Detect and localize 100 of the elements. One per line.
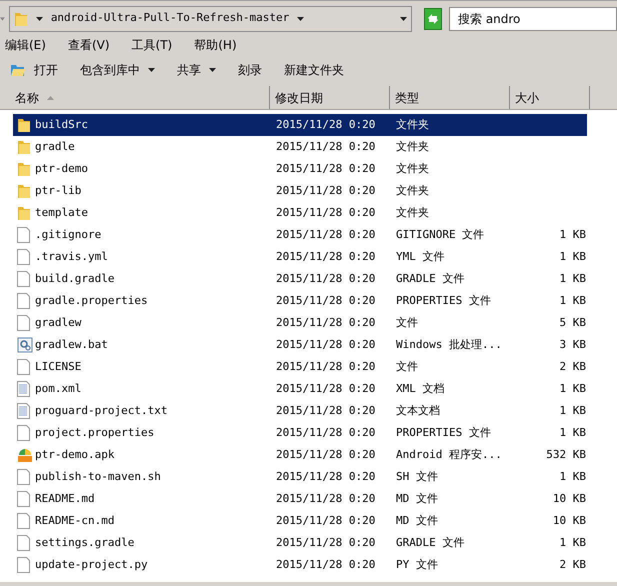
file-row[interactable]: README-cn.md 2015/11/28 0:20 MD 文件 10 KB bbox=[13, 510, 587, 532]
file-row[interactable]: .gitignore 2015/11/28 0:20 GITIGNORE 文件 1 KB bbox=[13, 224, 587, 246]
file-row[interactable]: publish-to-maven.sh 2015/11/28 0:20 SH 文件 1 KB bbox=[13, 466, 587, 488]
column-header[interactable]: 类型 bbox=[390, 86, 510, 109]
toolbar-button[interactable]: 新建文件夹 bbox=[284, 61, 344, 79]
modified-date: 2015/11/28 0:20 bbox=[276, 446, 376, 463]
file-row[interactable]: settings.gradle 2015/11/28 0:20 GRADLE 文件 1 KB bbox=[13, 532, 587, 554]
file-row[interactable]: gradle.properties 2015/11/28 0:20 PROPERTIES 文件 1 KB bbox=[13, 290, 587, 312]
file-row[interactable]: ptr-demo 2015/11/28 0:20 文件夹 bbox=[13, 158, 587, 180]
toolbar-button[interactable]: 共享 bbox=[177, 61, 216, 79]
toolbar-button[interactable]: 包含到库中 bbox=[80, 61, 155, 79]
file-name: ptr-lib bbox=[35, 182, 82, 199]
file-row[interactable]: gradlew 2015/11/28 0:20 文件 5 KB bbox=[13, 312, 587, 334]
file-icon bbox=[17, 491, 30, 507]
file-name: publish-to-maven.sh bbox=[35, 468, 162, 485]
folder-icon bbox=[17, 117, 31, 133]
file-row[interactable]: README.md 2015/11/28 0:20 MD 文件 10 KB bbox=[13, 488, 587, 510]
file-type: 文件夹 bbox=[396, 182, 430, 199]
refresh-button[interactable] bbox=[424, 8, 442, 30]
folder-icon bbox=[17, 139, 31, 155]
modified-date: 2015/11/28 0:20 bbox=[276, 490, 376, 507]
file-name: ptr-demo.apk bbox=[35, 446, 116, 463]
file-type: GRADLE 文件 bbox=[396, 270, 466, 287]
modified-date: 2015/11/28 0:20 bbox=[276, 468, 376, 485]
file-type: PROPERTIES 文件 bbox=[396, 292, 492, 309]
file-row[interactable]: template 2015/11/28 0:20 文件夹 bbox=[13, 202, 587, 224]
file-name: build.gradle bbox=[35, 270, 116, 287]
file-name: .gitignore bbox=[35, 226, 102, 243]
file-row[interactable]: gradlew.bat 2015/11/28 0:20 Windows 批处理... 3 KB bbox=[13, 334, 587, 356]
text-file-icon bbox=[17, 381, 30, 397]
path-text: android-Ultra-Pull-To-Refresh-master bbox=[50, 10, 290, 26]
file-size: 10 KB bbox=[552, 490, 586, 507]
file-size: 1 KB bbox=[560, 248, 586, 265]
address-bar[interactable]: android-Ultra-Pull-To-Refresh-master bbox=[8, 6, 412, 32]
file-size: 1 KB bbox=[560, 270, 586, 287]
caret-icon bbox=[209, 68, 216, 72]
file-icon bbox=[17, 359, 30, 375]
file-type: GRADLE 文件 bbox=[396, 534, 466, 551]
file-type: 文件 bbox=[396, 314, 419, 331]
file-name: gradle bbox=[35, 138, 76, 155]
file-row[interactable]: ptr-lib 2015/11/28 0:20 文件夹 bbox=[13, 180, 587, 202]
file-row[interactable]: gradle 2015/11/28 0:20 文件夹 bbox=[13, 136, 587, 158]
file-icon bbox=[17, 425, 30, 441]
column-header[interactable]: 修改日期 bbox=[270, 86, 390, 109]
toolbar-button[interactable]: 打开 bbox=[10, 61, 58, 79]
menu-item[interactable]: 查看(V) bbox=[68, 36, 110, 54]
modified-date: 2015/11/28 0:20 bbox=[276, 424, 376, 441]
file-type: 文件 bbox=[396, 358, 419, 375]
modified-date: 2015/11/28 0:20 bbox=[276, 182, 376, 199]
modified-date: 2015/11/28 0:20 bbox=[276, 160, 376, 177]
column-header[interactable]: 名称 bbox=[0, 86, 270, 109]
modified-date: 2015/11/28 0:20 bbox=[276, 270, 376, 287]
file-row[interactable]: build.gradle 2015/11/28 0:20 GRADLE 文件 1 KB bbox=[13, 268, 587, 290]
file-row[interactable]: LICENSE 2015/11/28 0:20 文件 2 KB bbox=[13, 356, 587, 378]
file-row[interactable]: project.properties 2015/11/28 0:20 PROPERTIES 文件 1 KB bbox=[13, 422, 587, 444]
file-type: PY 文件 bbox=[396, 556, 439, 573]
file-name: proguard-project.txt bbox=[35, 402, 168, 419]
file-row[interactable]: ptr-demo.apk 2015/11/28 0:20 Android 程序安... 532 KB bbox=[13, 444, 587, 466]
modified-date: 2015/11/28 0:20 bbox=[276, 204, 376, 221]
file-icon bbox=[17, 293, 30, 309]
modified-date: 2015/11/28 0:20 bbox=[276, 358, 376, 375]
file-name: settings.gradle bbox=[35, 534, 136, 551]
file-name: README-cn.md bbox=[35, 512, 116, 529]
modified-date: 2015/11/28 0:20 bbox=[276, 226, 376, 243]
file-type: PROPERTIES 文件 bbox=[396, 424, 492, 441]
modified-date: 2015/11/28 0:20 bbox=[276, 138, 376, 155]
modified-date: 2015/11/28 0:20 bbox=[276, 248, 376, 265]
package-icon bbox=[17, 447, 33, 463]
file-type: MD 文件 bbox=[396, 490, 439, 507]
file-type: Android 程序安... bbox=[396, 446, 503, 463]
search-field[interactable]: 搜索 andro bbox=[449, 6, 617, 30]
file-type: 文件夹 bbox=[396, 160, 430, 177]
modified-date: 2015/11/28 0:20 bbox=[276, 512, 376, 529]
menu-item[interactable]: 帮助(H) bbox=[194, 36, 237, 54]
modified-date: 2015/11/28 0:20 bbox=[276, 336, 376, 353]
folder-icon bbox=[14, 10, 28, 26]
menu-item[interactable]: 工具(T) bbox=[132, 36, 172, 54]
file-name: gradle.properties bbox=[35, 292, 149, 309]
file-type: YML 文件 bbox=[396, 248, 446, 265]
toolbar-button[interactable]: 刻录 bbox=[238, 61, 262, 79]
file-type: GITIGNORE 文件 bbox=[396, 226, 486, 243]
file-row[interactable]: buildSrc 2015/11/28 0:20 文件夹 bbox=[13, 114, 587, 136]
file-name: project.properties bbox=[35, 424, 156, 441]
file-icon bbox=[17, 557, 30, 573]
modified-date: 2015/11/28 0:20 bbox=[276, 402, 376, 419]
caret-icon bbox=[148, 68, 155, 72]
file-name: buildSrc bbox=[35, 116, 89, 133]
file-icon bbox=[17, 513, 30, 529]
file-row[interactable]: pom.xml 2015/11/28 0:20 XML 文档 1 KB bbox=[13, 378, 587, 400]
modified-date: 2015/11/28 0:20 bbox=[276, 534, 376, 551]
file-icon bbox=[17, 271, 30, 287]
file-size: 1 KB bbox=[560, 402, 586, 419]
column-header[interactable]: 大小 bbox=[510, 86, 590, 109]
file-type: MD 文件 bbox=[396, 512, 439, 529]
file-row[interactable]: .travis.yml 2015/11/28 0:20 YML 文件 1 KB bbox=[13, 246, 587, 268]
menu-item[interactable]: 编辑(E) bbox=[5, 36, 46, 54]
file-name: README.md bbox=[35, 490, 96, 507]
file-name: ptr-demo bbox=[35, 160, 89, 177]
file-row[interactable]: update-project.py 2015/11/28 0:20 PY 文件 2 KB bbox=[13, 554, 587, 576]
file-row[interactable]: proguard-project.txt 2015/11/28 0:20 文本文档 1 KB bbox=[13, 400, 587, 422]
